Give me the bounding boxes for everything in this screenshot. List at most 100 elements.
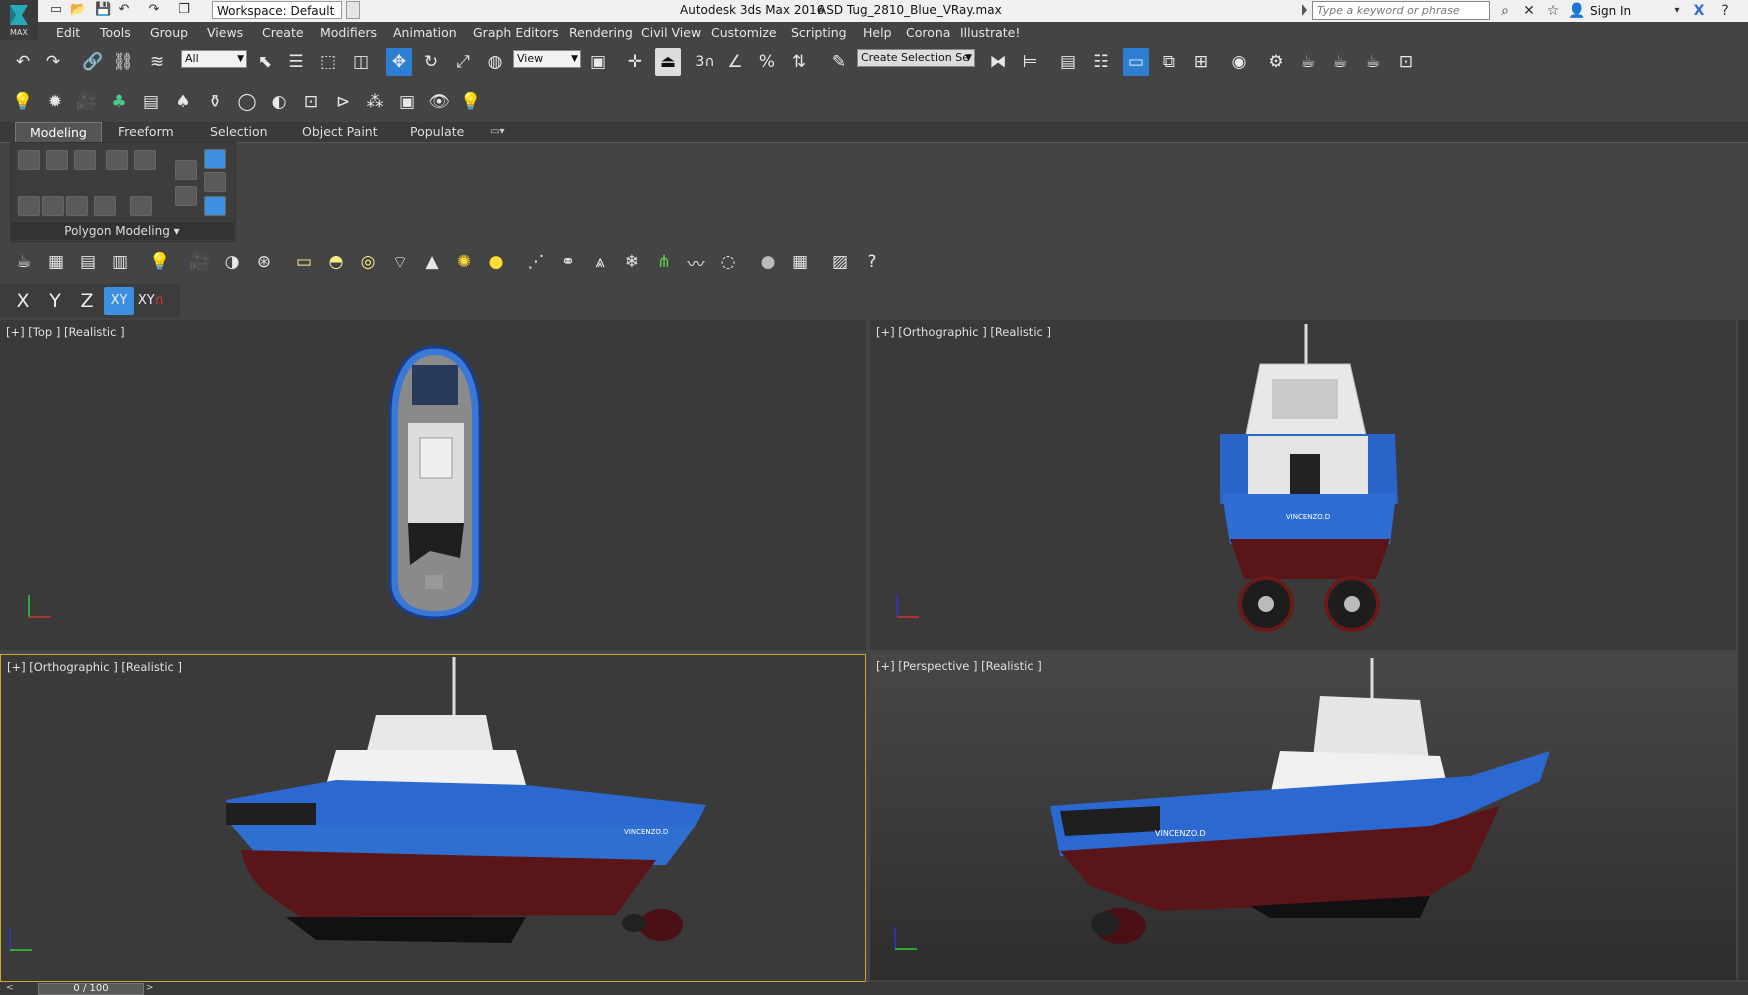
window-crossing-icon[interactable]: ◫ [348, 48, 374, 76]
named-selection-sets-dropdown[interactable]: Create Selection Se ▼ [857, 49, 975, 67]
sun-positioner-icon[interactable]: ✹ [42, 88, 68, 116]
foliage-icon[interactable]: ♣ [106, 88, 132, 116]
render-iterative-icon[interactable]: ☕ [1360, 48, 1386, 76]
frame-icon[interactable]: ⊡ [298, 88, 324, 116]
edge-mode-icon[interactable] [46, 150, 68, 170]
polygon-mode-icon[interactable] [106, 150, 128, 170]
frame-buffer-icon[interactable]: ▨ [826, 248, 854, 276]
align-icon[interactable]: ⊨ [1017, 48, 1043, 76]
workspace-menu-button[interactable]: ≡ [346, 1, 360, 19]
render-setup-icon[interactable]: ⚙ [1263, 48, 1289, 76]
video-camera-icon[interactable]: 🎥 [186, 248, 214, 276]
ribbon-panel-label[interactable]: Polygon Modeling ▾ [10, 222, 234, 240]
preview-icon[interactable] [66, 196, 88, 216]
sphere-light-icon[interactable]: ◎ [354, 248, 382, 276]
tab-object-paint[interactable]: Object Paint [288, 122, 392, 142]
viewport-front[interactable]: [+] [Orthographic ] [Realistic ] VINCENZ… [870, 320, 1736, 650]
ies-light-icon[interactable]: ▲ [418, 248, 446, 276]
select-manipulate-icon[interactable]: ✛ [622, 48, 648, 76]
plane-icon[interactable]: ❄ [618, 248, 646, 276]
molecule-icon[interactable]: ⚭ [554, 248, 582, 276]
edit-named-selections-icon[interactable]: ✎ [826, 48, 852, 76]
menu-help[interactable]: Help [863, 25, 892, 40]
timeline-prev-icon[interactable]: < [6, 983, 14, 993]
teapot-icon[interactable]: ☕ [10, 248, 38, 276]
element-mode-icon[interactable] [134, 150, 156, 170]
tree-icon[interactable]: ♠ [170, 88, 196, 116]
exchange-apps-icon[interactable]: X [1690, 2, 1708, 20]
menu-views[interactable]: Views [207, 25, 243, 40]
undo-icon[interactable]: ↶ [10, 48, 36, 76]
viewport-perspective[interactable]: [+] [Perspective ] [Realistic ] VINCENZO… [870, 654, 1736, 980]
play-icon[interactable]: ⊳ [330, 88, 356, 116]
menu-rendering[interactable]: Rendering [569, 25, 633, 40]
sign-in-link[interactable]: Sign In [1590, 4, 1631, 18]
favorites-star-icon[interactable]: ☆ [1544, 2, 1562, 20]
keyboard-shortcut-override-icon[interactable]: ⏏ [655, 48, 681, 76]
viewport-label[interactable]: [+] [Perspective ] [Realistic ] [876, 659, 1042, 673]
menu-edit[interactable]: Edit [56, 25, 80, 40]
plane-light-icon[interactable]: ▭ [290, 248, 318, 276]
menu-scripting[interactable]: Scripting [791, 25, 847, 40]
sphere-icon[interactable]: ◐ [266, 88, 292, 116]
select-and-scale-icon[interactable]: ⤢ [450, 48, 476, 76]
unlink-icon[interactable]: ⛓ [110, 48, 136, 76]
camera-icon[interactable]: 🎥 [74, 88, 100, 116]
sheet-icon[interactable]: ▤ [74, 248, 102, 276]
hair-icon[interactable]: 〰 [682, 248, 710, 276]
bottle-icon[interactable]: ⚱ [202, 88, 228, 116]
ignore-backfacing-icon[interactable] [204, 172, 226, 192]
menu-modifiers[interactable]: Modifiers [320, 25, 377, 40]
select-and-rotate-icon[interactable]: ↻ [418, 48, 444, 76]
menu-tools[interactable]: Tools [100, 25, 131, 40]
viewport-top[interactable]: [+] [Top ] [Realistic ] [0, 320, 866, 650]
command-panel-edge[interactable] [1738, 320, 1748, 980]
menu-graph-editors[interactable]: Graph Editors [473, 25, 559, 40]
menu-corona[interactable]: Corona [906, 25, 950, 40]
mesh-light-icon[interactable]: ⌔ [386, 248, 414, 276]
tab-selection[interactable]: Selection [196, 122, 282, 142]
user-icon[interactable]: 👤 [1568, 2, 1586, 20]
communication-center-icon[interactable]: ✕ [1520, 2, 1538, 20]
select-and-move-icon[interactable]: ✥ [386, 48, 412, 76]
tab-populate[interactable]: Populate [396, 122, 478, 142]
material-sphere-icon[interactable]: ● [754, 248, 782, 276]
grass-icon[interactable]: ⋔ [650, 248, 678, 276]
new-file-icon[interactable]: ▭ [48, 2, 64, 18]
render-in-cloud-icon[interactable]: ⊡ [1393, 48, 1419, 76]
viewport-label[interactable]: [+] [Orthographic ] [Realistic ] [876, 325, 1051, 339]
rectangular-selection-icon[interactable]: ⬚ [315, 48, 341, 76]
proxy-icon[interactable]: ⋰ [522, 248, 550, 276]
redo-icon[interactable]: ↷ [146, 2, 162, 18]
menu-customize[interactable]: Customize [711, 25, 777, 40]
schematic-view-icon[interactable]: ⊞ [1188, 48, 1214, 76]
app-menu-button[interactable]: MAX [0, 0, 38, 40]
curve-editor-icon[interactable]: ⧉ [1156, 48, 1182, 76]
project-folder-icon[interactable]: ❐ [176, 2, 192, 18]
selection-filter-dropdown[interactable]: All ▼ [181, 50, 247, 68]
toggle-end-result-icon[interactable] [130, 196, 152, 216]
select-mode-icon[interactable] [42, 196, 64, 216]
pivot-center-icon[interactable]: ▣ [585, 48, 611, 76]
percent-snap-icon[interactable]: % [754, 48, 780, 76]
redo-icon[interactable]: ↷ [40, 48, 66, 76]
viewport-label[interactable]: [+] [Orthographic ] [Realistic ] [7, 660, 182, 674]
light-icon[interactable]: 💡 [146, 248, 174, 276]
layer-manager-icon[interactable]: ▤ [1055, 48, 1081, 76]
reference-coordinate-dropdown[interactable]: View ▼ [513, 50, 581, 68]
vertex-mode-icon[interactable] [18, 150, 40, 170]
search-input[interactable]: Type a keyword or phrase [1312, 1, 1490, 20]
tab-freeform[interactable]: Freeform [104, 122, 188, 142]
ring-icon[interactable]: ◯ [234, 88, 260, 116]
toggle-ribbon-icon[interactable]: ▭ [1123, 48, 1149, 76]
axis-z-button[interactable]: Z [72, 287, 102, 315]
eye-icon[interactable]: 👁 [426, 88, 452, 116]
undo-icon[interactable]: ↶ [116, 2, 132, 18]
workspace-dropdown[interactable]: Workspace: Default [212, 1, 342, 19]
select-and-place-icon[interactable]: ◍ [482, 48, 508, 76]
snaps-toggle-icon[interactable]: 3 ∩ [692, 48, 718, 76]
rendered-frame-window-icon[interactable]: ☕ [1295, 48, 1321, 76]
axis-x-button[interactable]: X [8, 287, 38, 315]
help-icon[interactable]: ? [1716, 2, 1734, 20]
copy-icon[interactable] [175, 160, 197, 180]
